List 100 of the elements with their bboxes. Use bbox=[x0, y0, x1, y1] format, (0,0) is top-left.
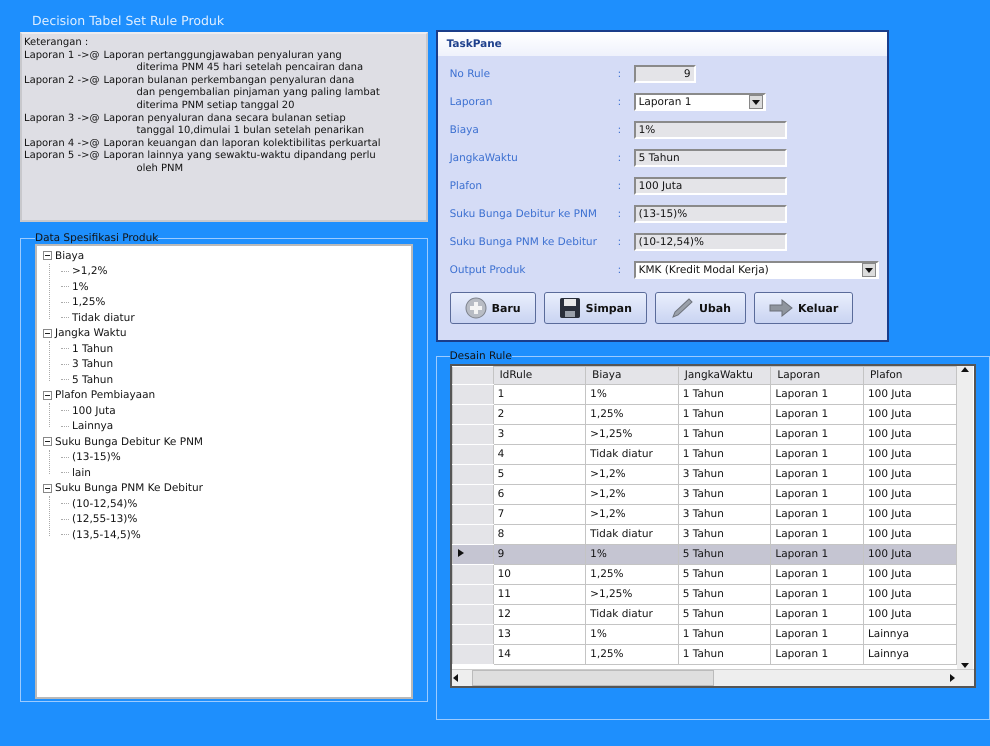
window-title: Decision Tabel Set Rule Produk bbox=[31, 12, 226, 30]
table-cell: 100 Juta bbox=[863, 604, 956, 624]
input-field[interactable]: 100 Juta bbox=[634, 177, 787, 195]
group-title: Desain Rule bbox=[450, 350, 512, 362]
caret-icon[interactable] bbox=[864, 266, 873, 274]
field-label: JangkaWaktu bbox=[450, 152, 519, 164]
column-header[interactable]: Laporan bbox=[770, 366, 864, 384]
column-header[interactable]: Biaya bbox=[586, 366, 678, 384]
table-cell: >1,2% bbox=[586, 484, 678, 504]
table-cell: 100 Juta bbox=[863, 484, 956, 504]
notes-heading: Keterangan : bbox=[24, 37, 90, 50]
action-button[interactable]: Keluar bbox=[754, 292, 854, 324]
tree-item[interactable]: 1% bbox=[72, 280, 89, 293]
table-cell: 10 bbox=[493, 564, 586, 584]
scroll-right-icon[interactable] bbox=[948, 674, 956, 682]
column-header[interactable]: IdRule bbox=[493, 366, 586, 384]
tree-item[interactable]: Biaya bbox=[55, 250, 84, 262]
arrow-icon bbox=[769, 299, 794, 317]
table-cell: 2 bbox=[493, 404, 586, 424]
collapse-icon[interactable] bbox=[43, 484, 52, 493]
table-row[interactable]: 6 >1,2% 3 Tahun Laporan 1 100 Juta bbox=[452, 484, 956, 504]
action-button[interactable]: Ubah bbox=[654, 292, 746, 324]
column-header[interactable]: JangkaWaktu bbox=[678, 366, 771, 384]
table-cell: 14 bbox=[493, 644, 586, 664]
table-cell: 1 Tahun bbox=[678, 404, 771, 424]
note-text: Laporan 5 ->@ Laporan lainnya yang sewaktu-waktu dipandang perlu oleh PNM bbox=[24, 150, 377, 176]
tree-item[interactable]: Plafon Pembiayaan bbox=[55, 389, 156, 402]
input-field[interactable]: 9 bbox=[634, 65, 696, 83]
tree-item[interactable]: lain bbox=[72, 466, 91, 479]
table-cell: 100 Juta bbox=[863, 464, 956, 484]
tree-item[interactable]: Suku Bunga Debitur Ke PNM bbox=[55, 436, 203, 448]
input-field[interactable]: (10-12,54)% bbox=[634, 233, 787, 251]
plus-icon bbox=[464, 297, 487, 319]
table-row[interactable]: 12 Tidak diatur 5 Tahun Laporan 1 100 Juta bbox=[452, 604, 956, 624]
table-row[interactable]: 13 1% 1 Tahun Laporan 1 Lainnya bbox=[452, 624, 956, 644]
table-cell: Laporan 1 bbox=[770, 444, 864, 464]
table-cell: Lainnya bbox=[863, 644, 956, 664]
scrollbar[interactable] bbox=[956, 366, 973, 669]
note-text: Laporan 1 ->@ Laporan pertanggungjawaban penyaluran yang diterima PNM 45 hari setelah pencairan dana bbox=[24, 50, 364, 75]
tree-item[interactable]: Jangka Waktu bbox=[55, 327, 127, 340]
colon-text: : bbox=[618, 180, 622, 192]
caret-icon[interactable] bbox=[752, 98, 760, 106]
table-row[interactable]: 3 >1,25% 1 Tahun Laporan 1 100 Juta bbox=[452, 424, 956, 444]
table-cell: Laporan 1 bbox=[770, 604, 864, 624]
input-field[interactable]: (13-15)% bbox=[634, 205, 787, 223]
table-row[interactable]: 2 1,25% 1 Tahun Laporan 1 100 Juta bbox=[452, 404, 956, 424]
table-cell: Laporan 1 bbox=[770, 504, 864, 524]
table-cell: 1,25% bbox=[586, 404, 678, 424]
table-cell: 1 Tahun bbox=[678, 384, 771, 404]
table-row[interactable]: 4 Tidak diatur 1 Tahun Laporan 1 100 Juta bbox=[452, 444, 956, 464]
tree-item[interactable]: Suku Bunga PNM Ke Debitur bbox=[55, 482, 203, 494]
table-cell: Lainnya bbox=[863, 624, 956, 644]
tree-item[interactable]: 100 Juta bbox=[72, 404, 116, 417]
field-label: Biaya bbox=[450, 124, 480, 136]
input-field[interactable]: 1% bbox=[634, 121, 787, 139]
note-text: Laporan 2 ->@ Laporan bulanan perkembangan penyaluran dana dan pengembalian pinjaman yang paling lambat diterima PNM setiap tanggal 20 bbox=[24, 74, 381, 113]
table-cell: 1 bbox=[493, 384, 586, 404]
tree-item[interactable]: Tidak diatur bbox=[72, 312, 135, 324]
scrollbar[interactable] bbox=[452, 669, 974, 686]
dropdown[interactable]: Laporan 1 bbox=[634, 93, 766, 111]
tree-item[interactable]: >1,2% bbox=[72, 265, 108, 278]
note-text: Laporan 3 ->@ Laporan penyaluran dana secara bulanan setiap tanggal 10,dimulai 1 bulan setelah penarikan bbox=[24, 112, 366, 138]
table-cell: 1 Tahun bbox=[678, 424, 771, 444]
table-row[interactable]: 7 >1,2% 3 Tahun Laporan 1 100 Juta bbox=[452, 504, 956, 524]
table-row[interactable]: 11 >1,25% 5 Tahun Laporan 1 100 Juta bbox=[452, 584, 956, 604]
table-cell: 100 Juta bbox=[863, 564, 956, 584]
table-row[interactable]: 5 >1,2% 3 Tahun Laporan 1 100 Juta bbox=[452, 464, 956, 484]
tree-item[interactable]: Lainnya bbox=[72, 420, 114, 432]
table-cell: 1% bbox=[586, 624, 678, 644]
table-row[interactable]: 1 1% 1 Tahun Laporan 1 100 Juta bbox=[452, 384, 956, 404]
collapse-icon[interactable] bbox=[43, 390, 52, 400]
table-row[interactable]: 10 1,25% 5 Tahun Laporan 1 100 Juta bbox=[452, 564, 956, 584]
tree-item[interactable]: (10-12,54)% bbox=[72, 498, 138, 510]
collapse-icon[interactable] bbox=[43, 328, 52, 338]
table-cell: >1,2% bbox=[586, 464, 678, 484]
input-field[interactable]: 5 Tahun bbox=[634, 149, 787, 167]
collapse-icon[interactable] bbox=[43, 437, 52, 446]
collapse-icon[interactable] bbox=[43, 251, 52, 260]
colon-text: : bbox=[618, 152, 622, 164]
tree-item[interactable]: 1,25% bbox=[72, 296, 106, 308]
column-header[interactable]: Plafon bbox=[863, 366, 956, 384]
colon-text: : bbox=[618, 96, 622, 108]
table-cell: 5 bbox=[493, 464, 586, 484]
tree-item[interactable]: (12,55-13)% bbox=[72, 513, 138, 526]
table-row[interactable]: 14 1,25% 1 Tahun Laporan 1 Lainnya bbox=[452, 644, 956, 664]
table-row[interactable]: 9 1% 5 Tahun Laporan 1 100 Juta bbox=[452, 544, 956, 564]
tree-item[interactable]: 3 Tahun bbox=[72, 358, 114, 370]
scroll-up-icon[interactable] bbox=[960, 366, 969, 374]
action-button[interactable]: Baru bbox=[450, 292, 536, 324]
tree-item[interactable]: 5 Tahun bbox=[72, 374, 114, 386]
tree-item[interactable]: 1 Tahun bbox=[72, 342, 114, 355]
tree-item[interactable]: (13,5-14,5)% bbox=[72, 528, 141, 541]
dropdown[interactable]: KMK (Kredit Modal Kerja) bbox=[634, 261, 879, 279]
tree-item[interactable]: (13-15)% bbox=[72, 451, 121, 464]
table-cell: 11 bbox=[493, 584, 586, 604]
row-pointer-icon[interactable] bbox=[456, 549, 465, 557]
scroll-left-icon[interactable] bbox=[452, 674, 460, 682]
action-button[interactable]: Simpan bbox=[544, 292, 647, 324]
colon-text: : bbox=[618, 208, 622, 220]
table-cell: 4 bbox=[493, 444, 586, 464]
